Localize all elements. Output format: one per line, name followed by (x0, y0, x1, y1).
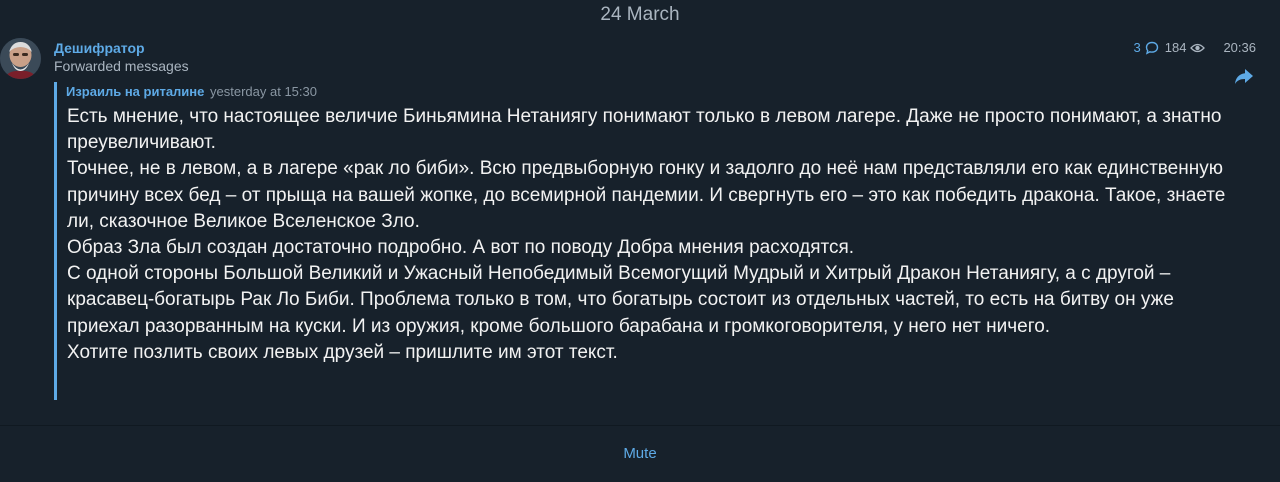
paragraph: С одной стороны Большой Великий и Ужасны… (67, 263, 1174, 337)
forwarded-author[interactable]: Израиль на риталине (66, 84, 204, 99)
paragraph: Точнее, не в левом, а в лагере «рак ло б… (67, 158, 1226, 232)
channel-post: Дешифратор Forwarded messages 3 184 20:3… (0, 36, 1280, 406)
eye-icon (1190, 42, 1206, 54)
views-counter: 184 (1165, 40, 1206, 55)
mute-button[interactable]: Mute (0, 426, 1280, 482)
paragraph: Образ Зла был создан достаточно подробно… (67, 237, 855, 259)
forwarded-label: Forwarded messages (54, 58, 189, 74)
paragraph: Хотите позлить своих левых друзей – приш… (67, 341, 618, 363)
bottom-bar: Mute (0, 426, 1280, 482)
avatar-image (0, 38, 41, 79)
paragraph: Есть мнение, что настоящее величие Бинья… (67, 106, 1222, 154)
forwarded-text: Есть мнение, что настоящее величие Бинья… (67, 104, 1237, 366)
date-separator: 24 March (600, 4, 680, 25)
message-time: 20:36 (1223, 40, 1256, 55)
replies-button[interactable]: 3 (1134, 40, 1159, 55)
forwarded-header: Израиль на риталине yesterday at 15:30 (66, 84, 317, 99)
views-count: 184 (1164, 40, 1187, 55)
forwarded-time: yesterday at 15:30 (210, 84, 317, 99)
avatar[interactable] (0, 38, 41, 79)
forwarded-message: Израиль на риталине yesterday at 15:30 Е… (54, 82, 1237, 400)
replies-count: 3 (1133, 40, 1141, 55)
comment-bubble-icon (1145, 41, 1159, 55)
message-meta: 3 184 20:36 (1134, 40, 1256, 55)
sender-name[interactable]: Дешифратор (54, 40, 145, 56)
